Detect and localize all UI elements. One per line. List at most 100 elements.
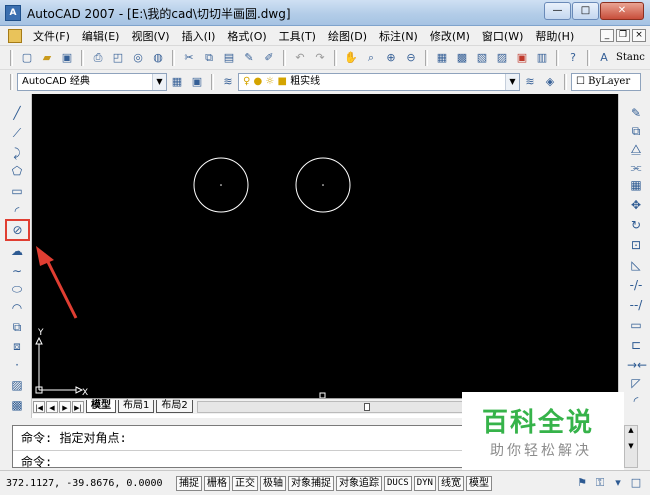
- make-object-layer-current-icon[interactable]: ≋: [522, 74, 538, 90]
- copy-object-icon[interactable]: ⧉: [627, 122, 645, 140]
- tab-layout1[interactable]: 布局1: [118, 400, 155, 413]
- stretch-icon[interactable]: ◺: [627, 256, 645, 274]
- print-icon[interactable]: ⎙: [90, 50, 106, 66]
- polygon-icon[interactable]: ⬠: [8, 162, 26, 180]
- sheet-set-icon[interactable]: ▨: [494, 50, 510, 66]
- offset-icon[interactable]: ⫘: [627, 158, 645, 176]
- erase-icon[interactable]: ✎: [627, 104, 645, 122]
- ducs-toggle[interactable]: DUCS: [384, 475, 412, 491]
- menu-window[interactable]: 窗口(W): [476, 28, 529, 44]
- mirror-icon[interactable]: ⧋: [627, 140, 645, 158]
- match-properties-icon[interactable]: ✎: [241, 50, 257, 66]
- chamfer-icon[interactable]: ◸: [627, 374, 645, 392]
- zoom-realtime-icon[interactable]: ⌕: [363, 50, 379, 66]
- break-icon[interactable]: ⊏: [627, 336, 645, 354]
- cut-icon[interactable]: ✂: [181, 50, 197, 66]
- move-icon[interactable]: ✥: [627, 196, 645, 214]
- tray-settings-icon[interactable]: ▾: [610, 475, 626, 491]
- otrack-toggle[interactable]: 对象追踪: [336, 475, 382, 491]
- calculator-icon[interactable]: ▥: [534, 50, 550, 66]
- next-tab-icon[interactable]: ▶: [59, 400, 71, 413]
- toolbar-grip[interactable]: [10, 49, 13, 66]
- menu-insert[interactable]: 插入(I): [176, 28, 222, 44]
- my-workspace-icon[interactable]: ▣: [189, 74, 205, 90]
- drawing-canvas[interactable]: Y X: [32, 94, 618, 398]
- layer-previous-icon[interactable]: ◈: [542, 74, 558, 90]
- toolbar-grip[interactable]: [10, 74, 13, 90]
- workspace-settings-icon[interactable]: ▦: [169, 74, 185, 90]
- close-button[interactable]: ✕: [600, 2, 644, 20]
- save-icon[interactable]: ▣: [59, 50, 75, 66]
- 3d-dwf-icon[interactable]: ◍: [150, 50, 166, 66]
- polyline-icon[interactable]: ⤸: [8, 144, 26, 162]
- tab-model[interactable]: 模型: [86, 400, 116, 413]
- revision-cloud-icon[interactable]: ☁: [8, 242, 26, 260]
- doc-restore-button[interactable]: ❐: [616, 29, 630, 42]
- first-tab-icon[interactable]: |◀: [33, 400, 45, 413]
- menu-tools[interactable]: 工具(T): [273, 28, 322, 44]
- polar-toggle[interactable]: 极轴: [260, 475, 286, 491]
- prev-tab-icon[interactable]: ◀: [46, 400, 58, 413]
- trim-icon[interactable]: -/-: [627, 276, 645, 294]
- block-editor-icon[interactable]: ✐: [261, 50, 277, 66]
- break-at-point-icon[interactable]: ▭: [627, 316, 645, 334]
- point-icon[interactable]: ·: [8, 356, 26, 374]
- markup-icon[interactable]: ▣: [514, 50, 530, 66]
- zoom-window-icon[interactable]: ⊕: [383, 50, 399, 66]
- lock-icon[interactable]: ⚿: [592, 475, 608, 491]
- last-tab-icon[interactable]: ▶|: [72, 400, 84, 413]
- help-icon[interactable]: ?: [565, 50, 581, 66]
- workspace-select[interactable]: AutoCAD 经典 ▼: [17, 73, 167, 91]
- construction-line-icon[interactable]: ⟋: [8, 124, 26, 142]
- rotate-icon[interactable]: ↻: [627, 216, 645, 234]
- gradient-icon[interactable]: ▩: [8, 396, 26, 414]
- circle-icon[interactable]: ⊘: [5, 219, 30, 241]
- minimize-button[interactable]: —: [544, 2, 571, 20]
- clean-screen-icon[interactable]: □: [628, 475, 644, 491]
- open-folder-icon[interactable]: ▰: [39, 50, 55, 66]
- tab-layout2[interactable]: 布局2: [156, 400, 193, 413]
- spline-icon[interactable]: ∼: [8, 262, 26, 280]
- menu-edit[interactable]: 编辑(E): [76, 28, 126, 44]
- color-select[interactable]: ☐ ByLayer: [571, 73, 641, 91]
- menu-view[interactable]: 视图(V): [125, 28, 175, 44]
- scrollbar-thumb[interactable]: [363, 402, 370, 411]
- grid-toggle[interactable]: 栅格: [204, 475, 230, 491]
- osnap-toggle[interactable]: 对象捕捉: [288, 475, 334, 491]
- coordinate-readout[interactable]: 372.1127, -39.8676, 0.0000: [6, 478, 176, 489]
- layer-manager-icon[interactable]: ≋: [220, 74, 236, 90]
- menu-dimension[interactable]: 标注(N): [373, 28, 424, 44]
- command-scrollbar[interactable]: ▲ ▼: [624, 425, 638, 468]
- menu-modify[interactable]: 修改(M): [424, 28, 476, 44]
- doc-close-button[interactable]: ×: [632, 29, 646, 42]
- array-icon[interactable]: ▦: [627, 176, 645, 194]
- join-icon[interactable]: →←: [627, 356, 647, 374]
- line-icon[interactable]: ╱: [8, 104, 26, 122]
- text-style-select[interactable]: Stanc: [616, 52, 645, 63]
- redo-icon[interactable]: ↷: [312, 50, 328, 66]
- extend-icon[interactable]: --/: [627, 296, 645, 314]
- copy-icon[interactable]: ⧉: [201, 50, 217, 66]
- menu-draw[interactable]: 绘图(D): [322, 28, 373, 44]
- dyn-toggle[interactable]: DYN: [413, 475, 436, 491]
- scale-icon[interactable]: ⊡: [627, 236, 645, 254]
- communication-center-icon[interactable]: ⚑: [574, 475, 590, 491]
- publish-icon[interactable]: ◎: [130, 50, 146, 66]
- snap-toggle[interactable]: 捕捉: [176, 475, 202, 491]
- ellipse-icon[interactable]: ⬭: [8, 280, 26, 298]
- zoom-previous-icon[interactable]: ⊖: [403, 50, 419, 66]
- autocad-app-icon[interactable]: A: [5, 5, 21, 21]
- menu-help[interactable]: 帮助(H): [529, 28, 580, 44]
- layer-select[interactable]: ♀ ● ☼ ■ 粗实线 ▼: [238, 73, 520, 91]
- model-toggle[interactable]: 模型: [465, 475, 492, 491]
- insert-block-icon[interactable]: ⧉: [8, 318, 26, 336]
- ellipse-arc-icon[interactable]: ◠: [8, 299, 26, 317]
- design-center-icon[interactable]: ▩: [454, 50, 470, 66]
- text-style-icon[interactable]: A: [596, 50, 612, 66]
- hatch-icon[interactable]: ▨: [8, 376, 26, 394]
- maximize-button[interactable]: □: [572, 2, 599, 20]
- fillet-icon[interactable]: ◜: [627, 392, 645, 410]
- menu-format[interactable]: 格式(O): [221, 28, 272, 44]
- menu-file[interactable]: 文件(F): [27, 28, 76, 44]
- rectangle-icon[interactable]: ▭: [8, 182, 26, 200]
